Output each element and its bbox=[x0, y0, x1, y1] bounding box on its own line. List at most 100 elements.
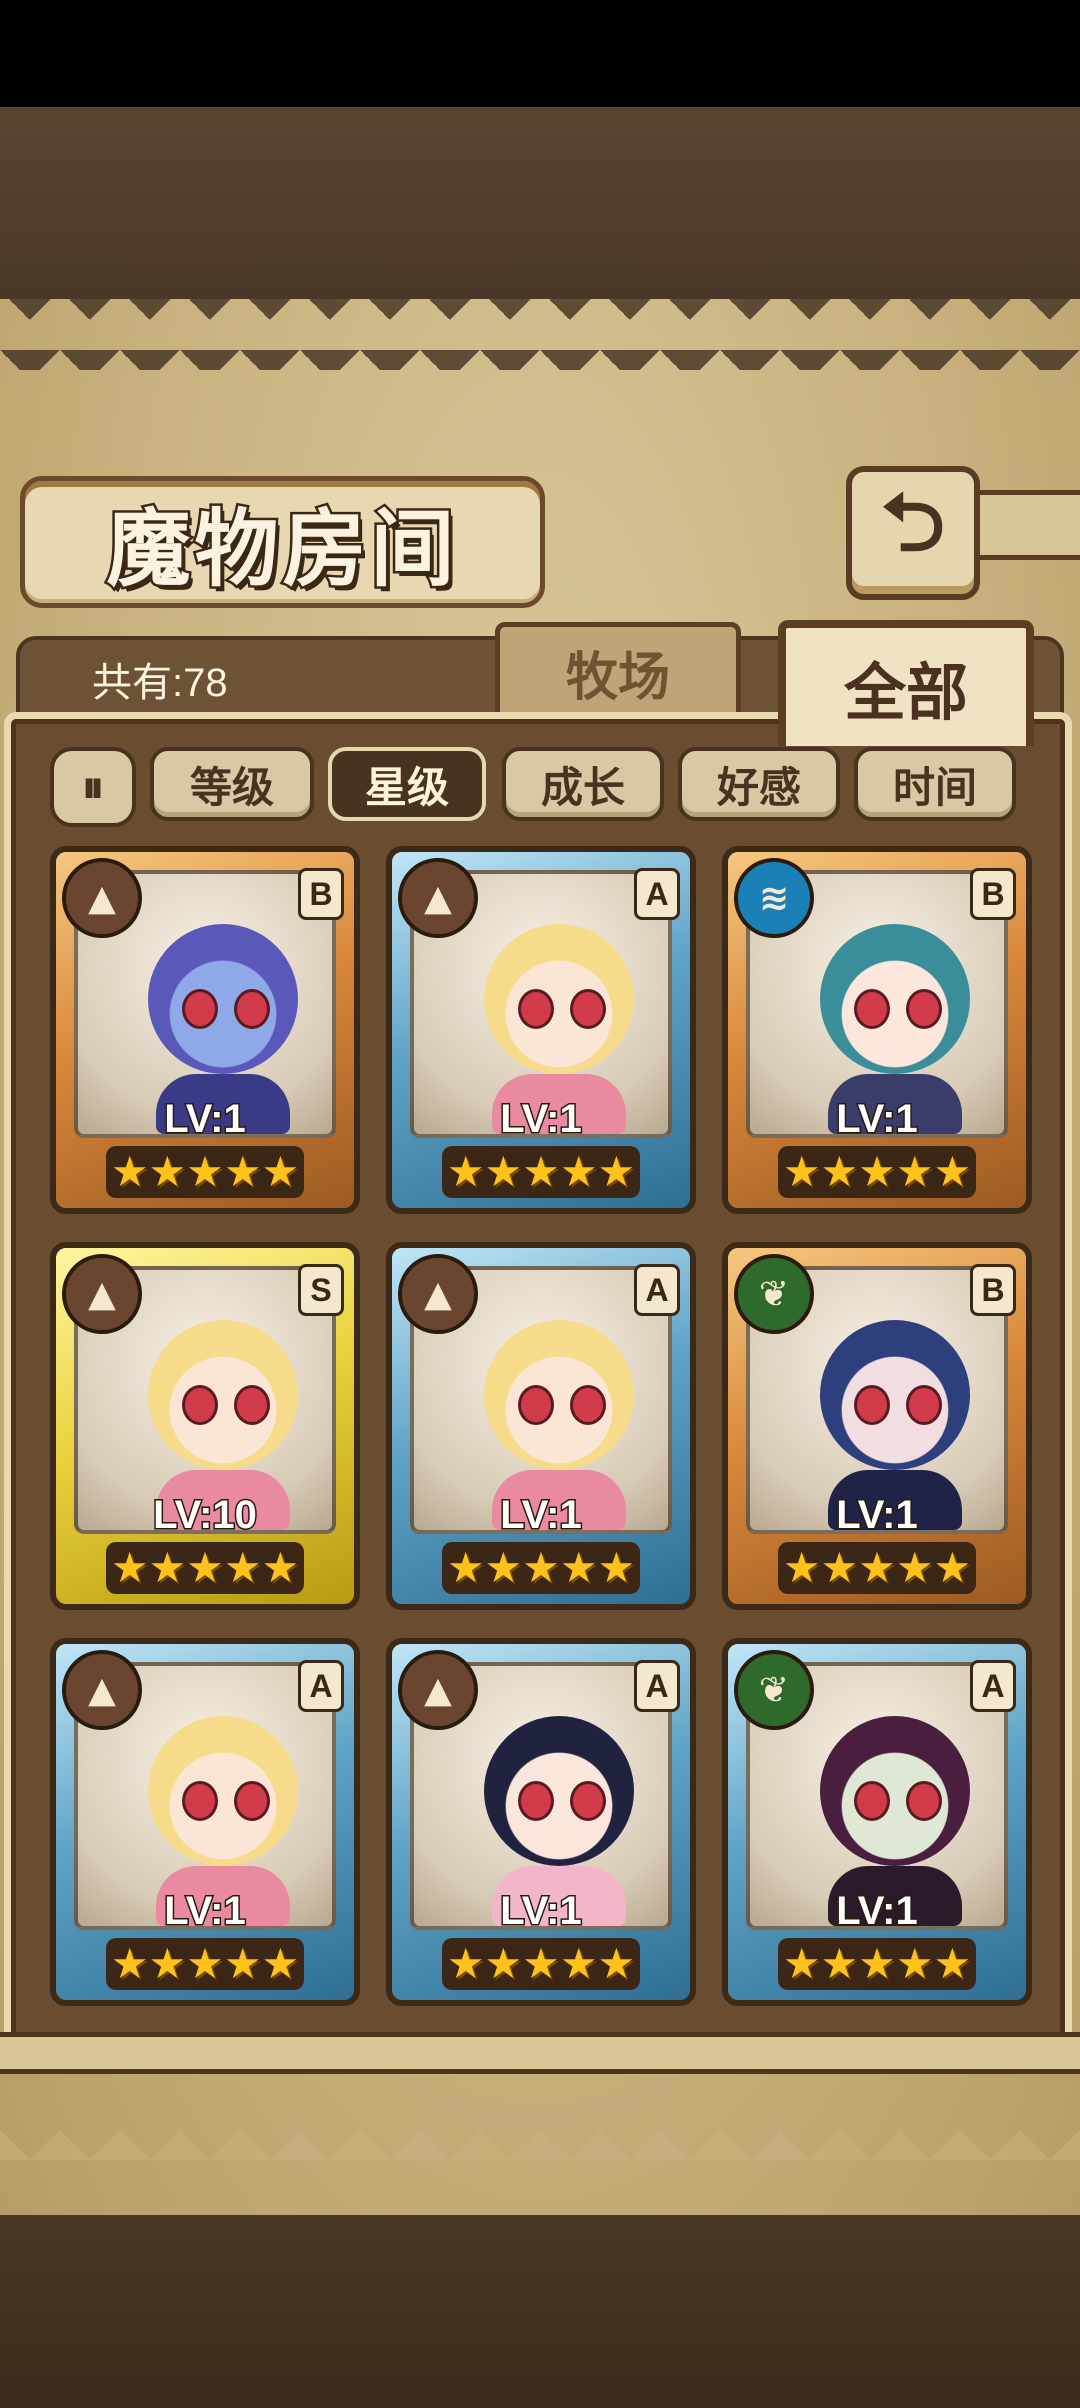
star-rating: ★ ★ ★ ★ ★ bbox=[442, 1146, 640, 1198]
star-icon: ★ bbox=[559, 1147, 598, 1196]
star-icon: ★ bbox=[186, 1147, 224, 1196]
star-icon: ★ bbox=[261, 1543, 300, 1592]
monster-eye bbox=[570, 989, 606, 1029]
star-icon: ★ bbox=[858, 1939, 896, 1988]
monster-eye bbox=[234, 1385, 270, 1425]
monster-head bbox=[148, 1716, 298, 1866]
monster-eye bbox=[182, 989, 218, 1029]
back-button[interactable]: ⮌ bbox=[846, 466, 980, 600]
rarity-badge: A bbox=[298, 1660, 344, 1712]
wood-element-icon: ❦ bbox=[734, 1254, 814, 1334]
monster-eye bbox=[518, 1781, 554, 1821]
torn-edge-top bbox=[0, 290, 1080, 370]
star-icon: ★ bbox=[933, 1543, 972, 1592]
title-plate: 魔物房间 bbox=[20, 476, 545, 608]
rarity-badge: A bbox=[634, 868, 680, 920]
star-icon: ★ bbox=[820, 1543, 859, 1592]
water-element-icon: ≋ bbox=[734, 858, 814, 938]
star-icon: ★ bbox=[110, 1147, 149, 1196]
monster-head bbox=[148, 1320, 298, 1470]
level-label: LV:1 bbox=[499, 1096, 584, 1143]
star-icon: ★ bbox=[933, 1939, 972, 1988]
level-label: LV:1 bbox=[163, 1888, 248, 1935]
star-icon: ★ bbox=[223, 1543, 262, 1592]
star-icon: ★ bbox=[820, 1939, 859, 1988]
monster-eye bbox=[854, 989, 890, 1029]
level-label: LV:10 bbox=[152, 1492, 259, 1539]
earth-element-icon: ▲ bbox=[62, 1650, 142, 1730]
monster-card[interactable]: ❦ A LV:1 ★ ★ ★ ★ ★ bbox=[722, 1638, 1032, 2006]
monster-head bbox=[484, 924, 634, 1074]
monster-card[interactable]: ▲ A LV:1 ★ ★ ★ ★ ★ bbox=[386, 846, 696, 1214]
tab-all[interactable]: 全部 bbox=[778, 620, 1034, 746]
monster-head bbox=[484, 1716, 634, 1866]
monster-head bbox=[820, 924, 970, 1074]
star-icon: ★ bbox=[933, 1147, 972, 1196]
star-icon: ★ bbox=[895, 1147, 934, 1196]
star-rating: ★ ★ ★ ★ ★ bbox=[778, 1938, 976, 1990]
earth-element-icon: ▲ bbox=[62, 1254, 142, 1334]
monster-eye bbox=[518, 989, 554, 1029]
monster-head bbox=[820, 1716, 970, 1866]
star-icon: ★ bbox=[186, 1939, 224, 1988]
monster-card[interactable]: ▲ A LV:1 ★ ★ ★ ★ ★ bbox=[50, 1638, 360, 2006]
star-rating: ★ ★ ★ ★ ★ bbox=[778, 1542, 976, 1594]
star-icon: ★ bbox=[522, 1939, 560, 1988]
page-title: 魔物房间 bbox=[104, 496, 459, 600]
wood-element-icon: ❦ bbox=[734, 1650, 814, 1730]
return-icon: ⮌ bbox=[880, 476, 946, 569]
sort-by-level-button[interactable]: 等级 bbox=[150, 747, 314, 821]
rarity-badge: A bbox=[634, 1660, 680, 1712]
sort-by-star-button[interactable]: 星级 bbox=[328, 747, 486, 821]
star-icon: ★ bbox=[261, 1147, 300, 1196]
map-background-bottom bbox=[0, 2215, 1080, 2408]
panel-bottom-bar bbox=[0, 2032, 1080, 2074]
star-icon: ★ bbox=[559, 1939, 598, 1988]
star-icon: ★ bbox=[186, 1543, 224, 1592]
rarity-badge: A bbox=[634, 1264, 680, 1316]
monster-eye bbox=[570, 1385, 606, 1425]
star-icon: ★ bbox=[148, 1543, 187, 1592]
rarity-badge: B bbox=[970, 868, 1016, 920]
star-icon: ★ bbox=[597, 1147, 636, 1196]
star-icon: ★ bbox=[484, 1147, 523, 1196]
monster-eye bbox=[906, 1781, 942, 1821]
monster-eye bbox=[906, 989, 942, 1029]
monster-eye bbox=[518, 1385, 554, 1425]
star-icon: ★ bbox=[858, 1147, 896, 1196]
star-icon: ★ bbox=[597, 1939, 636, 1988]
monster-card[interactable]: ▲ A LV:1 ★ ★ ★ ★ ★ bbox=[386, 1242, 696, 1610]
star-icon: ★ bbox=[148, 1939, 187, 1988]
star-icon: ★ bbox=[223, 1147, 262, 1196]
monster-card[interactable]: ▲ A LV:1 ★ ★ ★ ★ ★ bbox=[386, 1638, 696, 2006]
star-rating: ★ ★ ★ ★ ★ bbox=[442, 1938, 640, 1990]
level-label: LV:1 bbox=[499, 1888, 584, 1935]
star-icon: ★ bbox=[522, 1543, 560, 1592]
monster-eye bbox=[570, 1781, 606, 1821]
earth-element-icon: ▲ bbox=[398, 1650, 478, 1730]
monster-card[interactable]: ▲ B LV:1 ★ ★ ★ ★ ★ bbox=[50, 846, 360, 1214]
sort-by-time-button[interactable]: 时间 bbox=[854, 747, 1016, 821]
monster-head bbox=[484, 1320, 634, 1470]
star-icon: ★ bbox=[446, 1543, 485, 1592]
monster-card[interactable]: ❦ B LV:1 ★ ★ ★ ★ ★ bbox=[722, 1242, 1032, 1610]
star-icon: ★ bbox=[446, 1147, 485, 1196]
star-icon: ★ bbox=[148, 1147, 187, 1196]
monster-eye bbox=[182, 1385, 218, 1425]
level-label: LV:1 bbox=[835, 1492, 920, 1539]
sort-by-growth-button[interactable]: 成长 bbox=[502, 747, 664, 821]
sort-by-affection-button[interactable]: 好感 bbox=[678, 747, 840, 821]
monster-eye bbox=[234, 989, 270, 1029]
star-icon: ★ bbox=[110, 1543, 149, 1592]
level-label: LV:1 bbox=[835, 1888, 920, 1935]
monster-card[interactable]: ▲ S LV:10 ★ ★ ★ ★ ★ bbox=[50, 1242, 360, 1610]
star-icon: ★ bbox=[261, 1939, 300, 1988]
star-icon: ★ bbox=[484, 1543, 523, 1592]
tab-ranch[interactable]: 牧场 bbox=[495, 622, 741, 722]
monster-card[interactable]: ≋ B LV:1 ★ ★ ★ ★ ★ bbox=[722, 846, 1032, 1214]
star-rating: ★ ★ ★ ★ ★ bbox=[106, 1542, 304, 1594]
star-icon: ★ bbox=[223, 1939, 262, 1988]
star-icon: ★ bbox=[820, 1147, 859, 1196]
star-icon: ★ bbox=[484, 1939, 523, 1988]
sort-order-toggle-button[interactable]: ⏸ bbox=[50, 747, 136, 827]
